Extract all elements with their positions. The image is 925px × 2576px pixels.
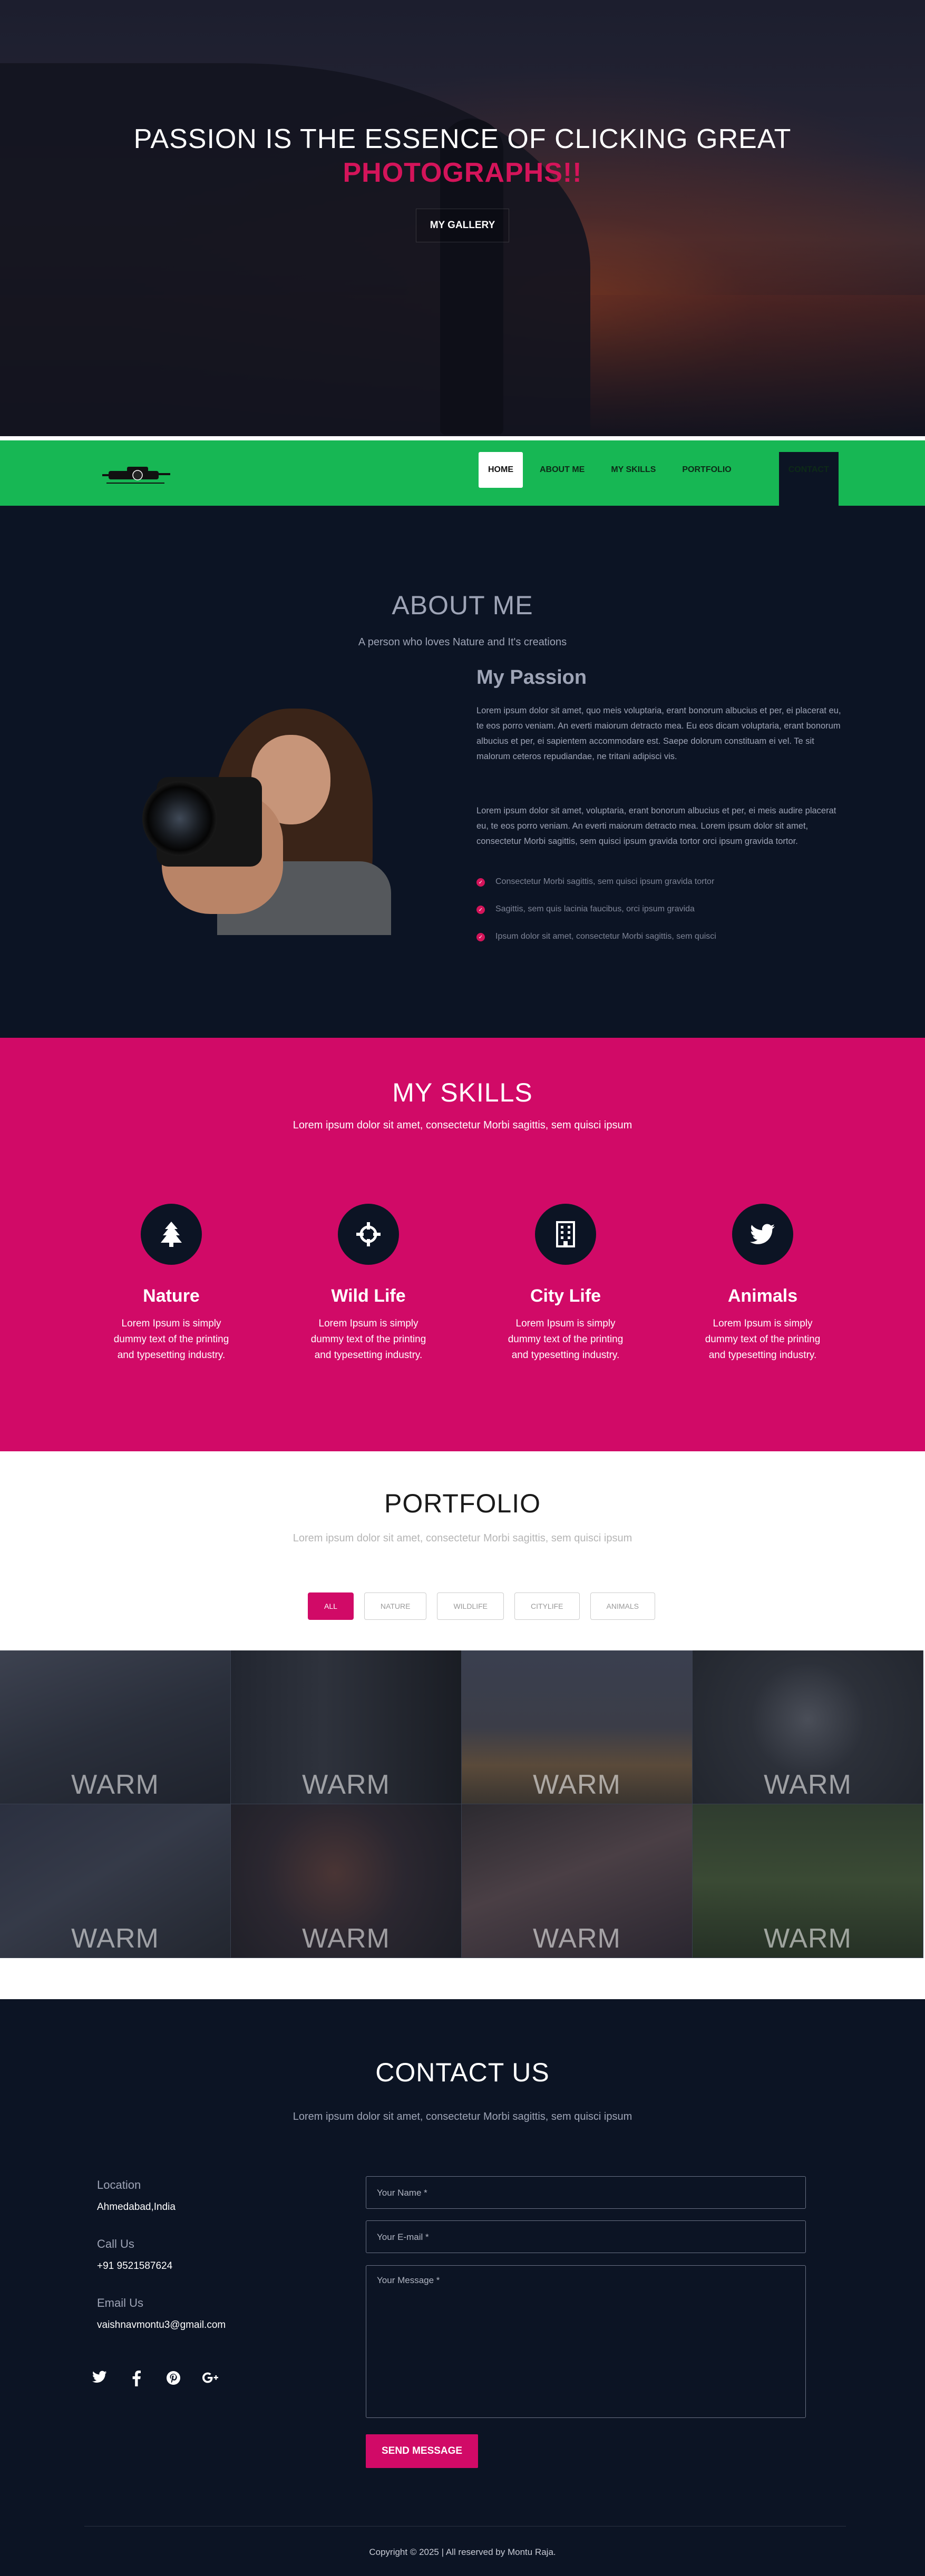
call-label: Call Us xyxy=(97,2237,134,2250)
contact-section: CONTACT US Lorem ipsum dolor sit amet, c… xyxy=(0,1999,925,2576)
tile-caption: WARM xyxy=(71,1923,159,1954)
hero-headline: PASSION IS THE ESSENCE OF CLICKING GREAT xyxy=(133,124,792,154)
skill-desc: Lorem Ipsum is simply dummy text of the … xyxy=(113,1318,229,1361)
social-links xyxy=(92,2371,218,2386)
copyright-text: Copyright © 2025 | All reserved by Montu… xyxy=(369,2547,556,2557)
tile-caption: WARM xyxy=(71,1769,159,1800)
portfolio-tile[interactable]: WARM xyxy=(693,1650,923,1804)
name-field[interactable]: Your Name * xyxy=(366,2176,806,2209)
filter-animals[interactable]: ANIMALS xyxy=(590,1592,655,1620)
contact-info: Location Ahmedabad,India Call Us +91 952… xyxy=(97,2178,226,2355)
filter-wildlife[interactable]: WILDLIFE xyxy=(437,1592,504,1620)
filter-citylife[interactable]: CITYLIFE xyxy=(514,1592,580,1620)
list-item: ✓ Ipsum dolor sit amet, consectetur Morbi… xyxy=(476,932,716,959)
nav-item-home[interactable]: HOME xyxy=(479,452,523,488)
portfolio-section: PORTFOLIO Lorem ipsum dolor sit amet, co… xyxy=(0,1451,925,1999)
about-paragraph-1: Lorem ipsum dolor sit amet, quo meis vol… xyxy=(476,706,841,761)
pinterest-icon[interactable] xyxy=(165,2371,181,2386)
portfolio-tile[interactable]: WARM xyxy=(0,1804,231,1958)
nav-item-about[interactable]: ABOUT ME xyxy=(530,452,594,488)
about-section: ABOUT ME A person who loves Nature and I… xyxy=(0,506,925,1038)
portfolio-tile[interactable]: WARM xyxy=(0,1650,231,1804)
portfolio-tile[interactable]: WARM xyxy=(231,1804,462,1958)
tile-caption: WARM xyxy=(764,1769,852,1800)
skill-title: City Life xyxy=(530,1286,601,1306)
tile-caption: WARM xyxy=(302,1923,390,1954)
skill-desc: Lorem Ipsum is simply dummy text of the … xyxy=(310,1318,426,1361)
message-field[interactable]: Your Message * xyxy=(366,2265,806,2418)
portfolio-grid: WARM WARM WARM WARM WARM WARM WARM WARM xyxy=(0,1650,923,1958)
portfolio-title: PORTFOLIO xyxy=(384,1489,541,1518)
skill-desc: Lorem Ipsum is simply dummy text of the … xyxy=(508,1318,624,1361)
email-value: vaishnavmontu3@gmail.com xyxy=(97,2319,226,2331)
google-plus-icon[interactable] xyxy=(202,2371,218,2386)
skill-title: Nature xyxy=(143,1286,200,1306)
passion-heading: My Passion xyxy=(476,666,587,689)
tile-caption: WARM xyxy=(302,1769,390,1800)
about-paragraph-2: Lorem ipsum dolor sit amet, voluptaria, … xyxy=(476,806,836,846)
portfolio-subtitle: Lorem ipsum dolor sit amet, consectetur … xyxy=(293,1532,632,1544)
nav-item-portfolio[interactable]: PORTFOLIO xyxy=(673,452,741,488)
hero-content: PASSION IS THE ESSENCE OF CLICKING GREAT… xyxy=(0,122,925,242)
building-icon xyxy=(535,1204,596,1265)
skill-card-nature: Nature Lorem Ipsum is simply dummy text … xyxy=(92,1204,250,1363)
skill-desc: Lorem Ipsum is simply dummy text of the … xyxy=(705,1318,821,1361)
tile-caption: WARM xyxy=(533,1769,621,1800)
nav-item-skills[interactable]: MY SKILLS xyxy=(601,452,665,488)
skill-card-citylife: City Life Lorem Ipsum is simply dummy te… xyxy=(486,1204,645,1363)
site-logo[interactable] xyxy=(98,461,177,488)
twitter-icon[interactable] xyxy=(92,2371,108,2386)
portfolio-filters: ALL NATURE WILDLIFE CITYLIFE ANIMALS xyxy=(308,1592,655,1620)
portfolio-tile[interactable]: WARM xyxy=(693,1804,923,1958)
phone-value: +91 9521587624 xyxy=(97,2260,173,2272)
skill-title: Animals xyxy=(727,1286,798,1306)
portfolio-tile[interactable]: WARM xyxy=(462,1804,693,1958)
check-circle-icon: ✓ xyxy=(476,878,485,887)
my-gallery-button[interactable]: MY GALLERY xyxy=(415,209,510,242)
location-label: Location xyxy=(97,2178,141,2191)
skills-section: MY SKILLS Lorem ipsum dolor sit amet, co… xyxy=(0,1038,925,1451)
skill-card-animals: Animals Lorem Ipsum is simply dummy text… xyxy=(684,1204,842,1363)
about-title: ABOUT ME xyxy=(392,591,533,620)
photographer-image xyxy=(138,703,412,935)
skills-title: MY SKILLS xyxy=(392,1078,533,1107)
check-circle-icon: ✓ xyxy=(476,906,485,914)
location-value: Ahmedabad,India xyxy=(97,2201,176,2213)
contact-title: CONTACT US xyxy=(375,2058,550,2087)
main-nav: HOME ABOUT ME MY SKILLS PORTFOLIO CONTAC… xyxy=(0,436,925,1029)
skill-title: Wild Life xyxy=(331,1286,406,1306)
facebook-icon[interactable] xyxy=(129,2371,144,2386)
tile-caption: WARM xyxy=(533,1923,621,1954)
hero-headline-accent: PHOTOGRAPHS!! xyxy=(343,158,582,188)
contact-subtitle: Lorem ipsum dolor sit amet, consectetur … xyxy=(293,2111,632,2122)
send-message-button[interactable]: SEND MESSAGE xyxy=(366,2434,479,2468)
about-checklist: ✓ Consectetur Morbi sagittis, sem quisci … xyxy=(476,877,716,959)
check-circle-icon: ✓ xyxy=(476,933,485,941)
filter-all[interactable]: ALL xyxy=(308,1592,354,1620)
hero-section: PASSION IS THE ESSENCE OF CLICKING GREAT… xyxy=(0,0,925,436)
filter-nature[interactable]: NATURE xyxy=(364,1592,427,1620)
portfolio-tile[interactable]: WARM xyxy=(231,1650,462,1804)
email-field[interactable]: Your E-mail * xyxy=(366,2220,806,2253)
skill-card-wildlife: Wild Life Lorem Ipsum is simply dummy te… xyxy=(289,1204,447,1363)
about-subtitle: A person who loves Nature and It's creat… xyxy=(358,636,567,648)
email-label: Email Us xyxy=(97,2296,144,2309)
skills-subtitle: Lorem ipsum dolor sit amet, consectetur … xyxy=(293,1119,632,1131)
list-item: ✓ Sagittis, sem quis lacinia faucibus, or… xyxy=(476,904,716,932)
tile-caption: WARM xyxy=(764,1923,852,1954)
crosshair-icon xyxy=(338,1204,399,1265)
portfolio-tile[interactable]: WARM xyxy=(462,1650,693,1804)
list-item: ✓ Consectetur Morbi sagittis, sem quisci … xyxy=(476,877,716,904)
twitter-bird-icon xyxy=(732,1204,793,1265)
tree-icon xyxy=(141,1204,202,1265)
